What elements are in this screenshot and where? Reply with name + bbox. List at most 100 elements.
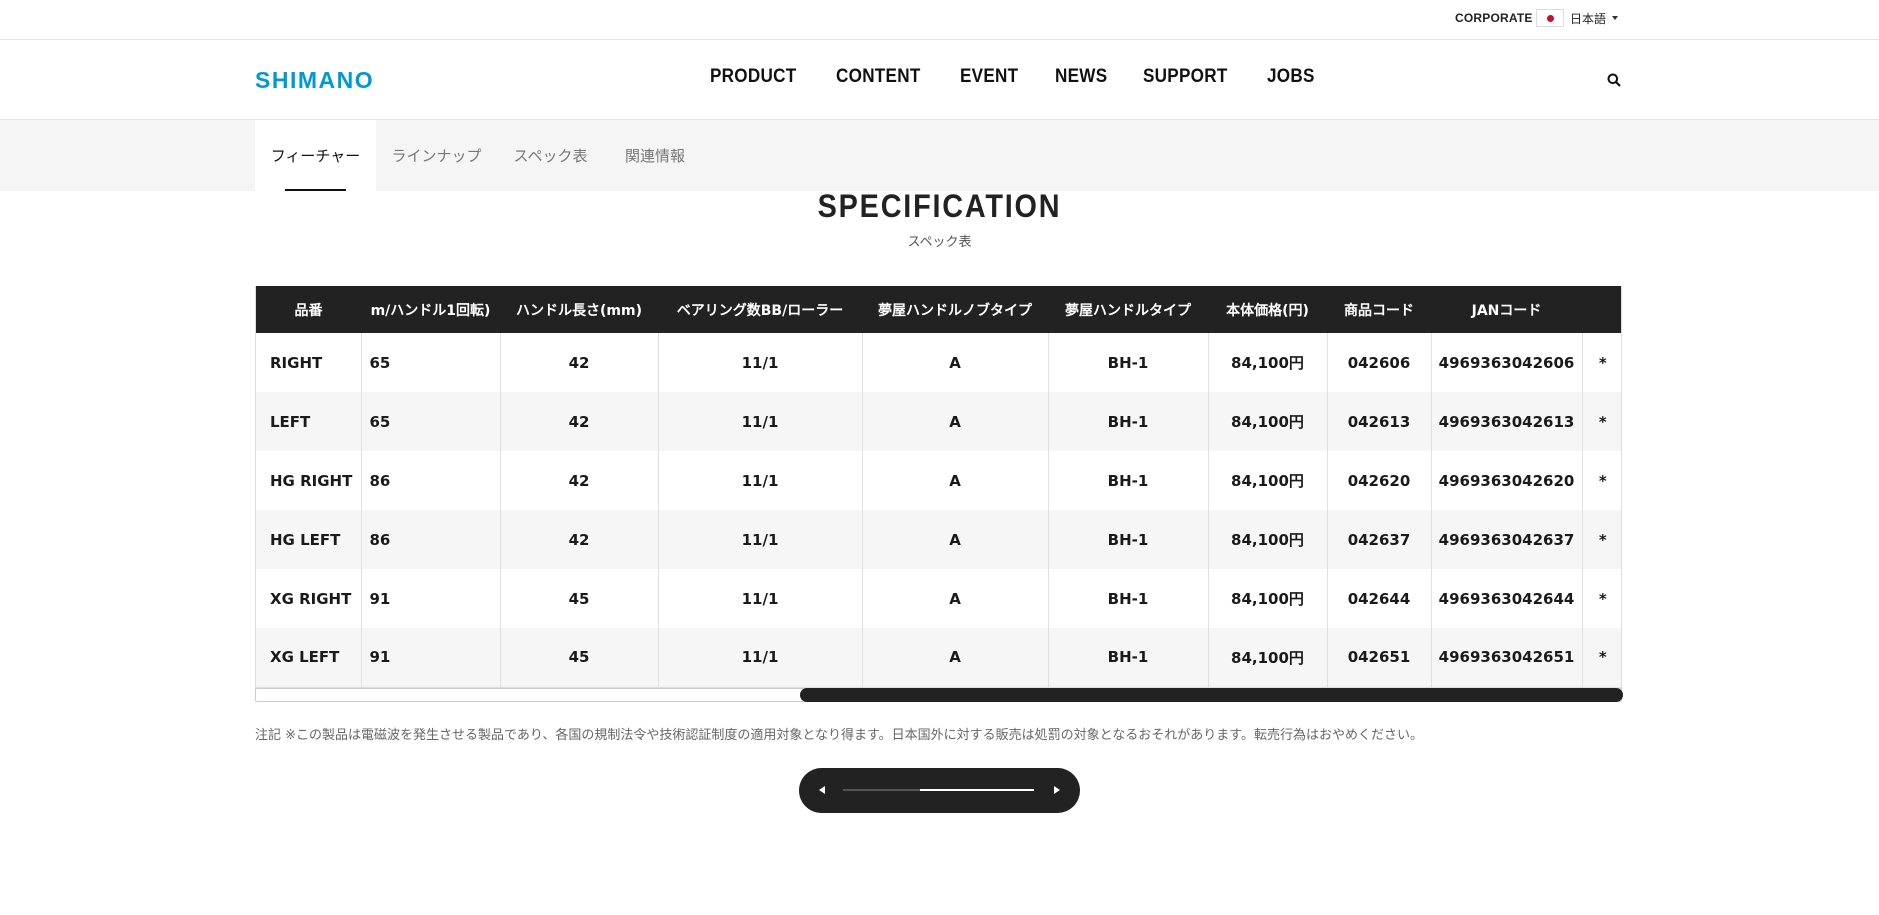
cell-price: 84,100円 (1208, 451, 1328, 510)
section-subtitle: スペック表 (907, 235, 972, 250)
cell-price: 84,100円 (1208, 392, 1328, 451)
cell-model: HG LEFT (256, 510, 362, 569)
cell-model: RIGHT (256, 333, 362, 392)
cell-jan-code: 4969363042644 (1431, 569, 1583, 628)
cell-jan-code: 4969363042637 (1431, 510, 1583, 569)
cell-product-code: 042613 (1327, 392, 1432, 451)
cell-retrieve: 65 (361, 392, 501, 451)
cell-bearings: 11/1 (658, 333, 863, 392)
nav-news[interactable]: NEWS (1055, 66, 1107, 88)
cell-product-code: 042644 (1327, 569, 1432, 628)
cell-retrieve: 91 (361, 569, 501, 628)
table-row: RIGHT 65 42 11/1 A BH-1 84,100円 042606 4… (256, 333, 1621, 392)
table-row: HG RIGHT 86 42 11/1 A BH-1 84,100円 04262… (256, 451, 1621, 510)
shimano-logo[interactable]: SHIMANO (255, 67, 374, 94)
header-jan-code: JANコード (1471, 302, 1542, 319)
scrollbar-thumb[interactable] (800, 688, 1623, 702)
cell-extra: * (1598, 589, 1607, 608)
header-price: 本体価格(円) (1226, 302, 1309, 319)
cell-price: 84,100円 (1208, 333, 1328, 392)
nav-support[interactable]: SUPPORT (1143, 66, 1228, 88)
cell-price: 84,100円 (1208, 510, 1328, 569)
header-product-code: 商品コード (1344, 302, 1414, 319)
spec-table-container: 品番 m/ハンドル1回転) ハンドル長さ(mm) ベアリング数BB/ローラー 夢… (255, 286, 1622, 689)
cell-handle-type: BH-1 (1048, 510, 1209, 569)
table-horizontal-scrollbar[interactable] (255, 688, 1623, 702)
nav-event[interactable]: EVENT (960, 66, 1018, 88)
table-row: HG LEFT 86 42 11/1 A BH-1 84,100円 042637… (256, 510, 1621, 569)
tab-lineup[interactable]: ラインナップ (385, 120, 488, 191)
cell-bearings: 11/1 (658, 451, 863, 510)
header-knob-type: 夢屋ハンドルノブタイプ (878, 302, 1032, 319)
table-row: LEFT 65 42 11/1 A BH-1 84,100円 042613 49… (256, 392, 1621, 451)
arrow-right-icon[interactable] (1054, 786, 1060, 794)
cell-extra: * (1598, 353, 1607, 372)
cell-model: XG RIGHT (256, 569, 362, 628)
cell-bearings: 11/1 (658, 628, 863, 688)
cell-handle-length: 42 (500, 392, 659, 451)
site-header: SHIMANO PRODUCT CONTENT EVENT NEWS SUPPO… (0, 40, 1879, 120)
table-header-row: 品番 m/ハンドル1回転) ハンドル長さ(mm) ベアリング数BB/ローラー 夢… (256, 286, 1621, 333)
scroll-track-thumb[interactable] (920, 789, 1034, 791)
cell-bearings: 11/1 (658, 510, 863, 569)
corporate-link[interactable]: CORPORATE (1455, 11, 1533, 25)
utility-bar: CORPORATE 日本語 (0, 0, 1879, 40)
cell-extra: * (1598, 471, 1607, 490)
main-nav: PRODUCT CONTENT EVENT NEWS SUPPORT JOBS (710, 66, 1320, 88)
cell-knob-type: A (862, 628, 1049, 688)
cell-bearings: 11/1 (658, 569, 863, 628)
legal-note: 注記 ※この製品は電磁波を発生させる製品であり、各国の規制法令や技術認証制度の適… (255, 728, 1423, 743)
cell-product-code: 042637 (1327, 510, 1432, 569)
cell-model: HG RIGHT (256, 451, 362, 510)
arrow-left-icon[interactable] (819, 786, 825, 794)
header-handle-type: 夢屋ハンドルタイプ (1065, 302, 1191, 319)
cell-bearings: 11/1 (658, 392, 863, 451)
cell-handle-type: BH-1 (1048, 451, 1209, 510)
cell-jan-code: 4969363042613 (1431, 392, 1583, 451)
cell-retrieve: 91 (361, 628, 501, 688)
cell-retrieve: 86 (361, 510, 501, 569)
cell-jan-code: 4969363042606 (1431, 333, 1583, 392)
cell-model: XG LEFT (256, 628, 362, 688)
cell-jan-code: 4969363042651 (1431, 628, 1583, 688)
cell-extra: * (1598, 412, 1607, 431)
cell-knob-type: A (862, 569, 1049, 628)
header-bearings: ベアリング数BB/ローラー (676, 302, 844, 319)
cell-price: 84,100円 (1208, 569, 1328, 628)
tab-feature[interactable]: フィーチャー (255, 120, 376, 191)
cell-extra: * (1582, 628, 1621, 688)
cell-knob-type: A (862, 333, 1049, 392)
header-model: 品番 (294, 302, 323, 319)
cell-handle-type: BH-1 (1048, 333, 1209, 392)
cell-product-code: 042651 (1327, 628, 1432, 688)
nav-content[interactable]: CONTENT (836, 66, 921, 88)
cell-price: 84,100円 (1208, 628, 1328, 688)
scroll-track[interactable] (843, 789, 1034, 791)
cell-handle-type: BH-1 (1048, 569, 1209, 628)
language-selector[interactable]: 日本語 (1536, 8, 1619, 28)
cell-handle-length: 45 (500, 628, 659, 688)
cell-handle-length: 42 (500, 451, 659, 510)
search-icon[interactable] (1607, 73, 1621, 87)
cell-product-code: 042606 (1327, 333, 1432, 392)
cell-extra: * (1598, 530, 1607, 549)
tab-related[interactable]: 関連情報 (614, 120, 696, 191)
cell-retrieve: 65 (361, 333, 501, 392)
nav-jobs[interactable]: JOBS (1267, 66, 1315, 88)
cell-handle-length: 42 (500, 333, 659, 392)
header-handle-length: ハンドル長さ(mm) (516, 302, 642, 319)
spec-table: 品番 m/ハンドル1回転) ハンドル長さ(mm) ベアリング数BB/ローラー 夢… (256, 286, 1621, 688)
cell-retrieve: 86 (361, 451, 501, 510)
header-retrieve: m/ハンドル1回転) (370, 302, 491, 319)
table-scroll-control (799, 768, 1080, 813)
nav-product[interactable]: PRODUCT (710, 66, 796, 88)
product-subnav: フィーチャー ラインナップ スペック表 関連情報 (0, 120, 1879, 191)
header-extra (1582, 286, 1621, 333)
table-row: XG LEFT 91 45 11/1 A BH-1 84,100円 042651… (256, 628, 1621, 688)
cell-jan-code: 4969363042620 (1431, 451, 1583, 510)
cell-handle-length: 45 (500, 569, 659, 628)
table-row: XG RIGHT 91 45 11/1 A BH-1 84,100円 04264… (256, 569, 1621, 628)
cell-knob-type: A (862, 510, 1049, 569)
tab-spec[interactable]: スペック表 (504, 120, 597, 191)
language-label: 日本語 (1570, 11, 1607, 26)
